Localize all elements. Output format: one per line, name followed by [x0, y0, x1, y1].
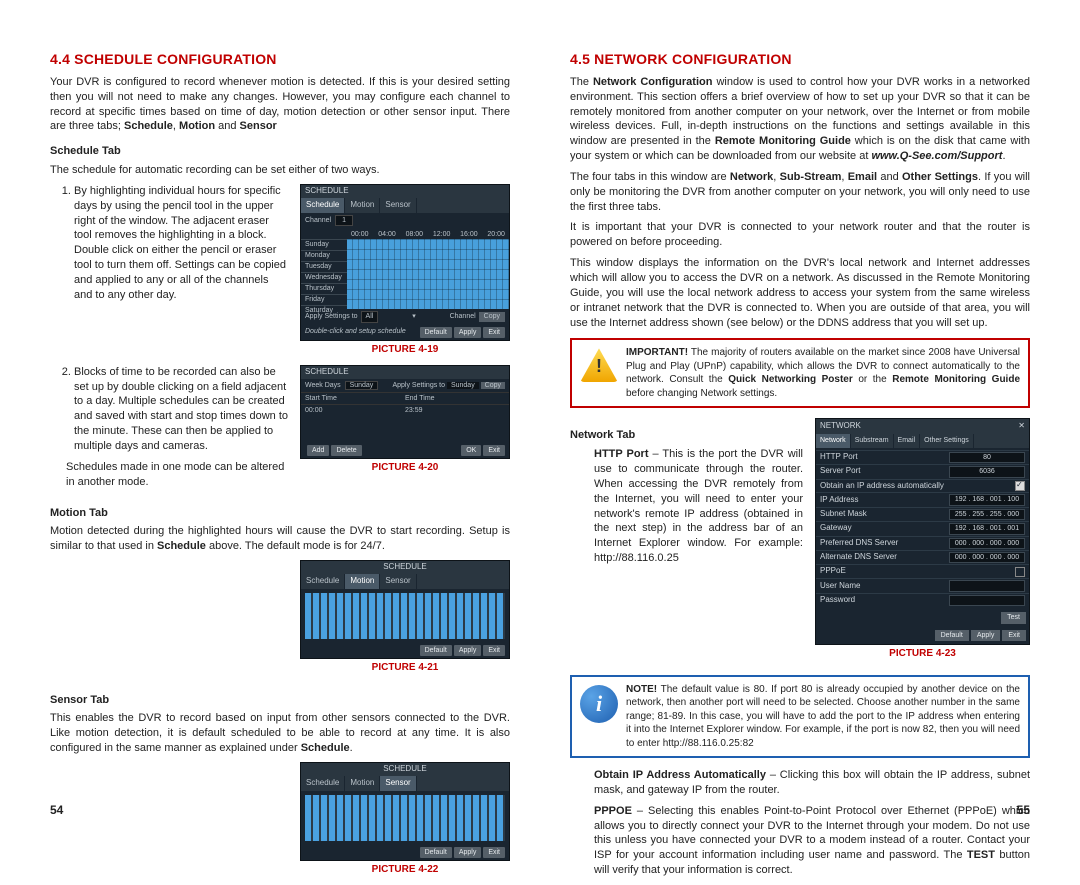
- motion-tab-heading: Motion Tab: [50, 506, 510, 521]
- schedule-item-1: By highlighting individual hours for spe…: [74, 184, 288, 303]
- important-callout: IMPORTANT! The majority of routers avail…: [570, 338, 1030, 408]
- ss19-tab-motion: Motion: [345, 198, 380, 213]
- pppoe-paragraph: PPPOE – Selecting this enables Point-to-…: [570, 804, 1030, 878]
- network-p3: It is important that your DVR is connect…: [570, 220, 1030, 250]
- sensor-paragraph: This enables the DVR to record based on …: [50, 711, 510, 756]
- screenshot-4-23: NETWORK✕ Network Substream Email Other S…: [815, 418, 1030, 645]
- page-number-right: 55: [1017, 802, 1030, 818]
- intro-text: Your DVR is configured to record wheneve…: [50, 76, 510, 133]
- intro-motion: Motion: [179, 120, 215, 132]
- note-callout: i NOTE! The default value is 80. If port…: [570, 675, 1030, 759]
- checkbox-icon: [1015, 481, 1025, 491]
- sensor-tab-heading: Sensor Tab: [50, 693, 510, 708]
- close-icon: ✕: [1018, 421, 1025, 432]
- note-lead: NOTE!: [626, 684, 657, 695]
- intro-schedule: Schedule: [124, 120, 173, 132]
- http-port-paragraph: HTTP Port – This is the port the DVR wil…: [570, 447, 803, 566]
- info-icon: i: [580, 685, 618, 723]
- page-left: 4.4 SCHEDULE CONFIGURATION Your DVR is c…: [0, 0, 540, 834]
- network-p1: The Network Configuration window is used…: [570, 75, 1030, 164]
- network-p2: The four tabs in this window are Network…: [570, 170, 1030, 215]
- obtain-ip-paragraph: Obtain IP Address Automatically – Clicki…: [570, 768, 1030, 798]
- screenshot-4-22: SCHEDULE Schedule Motion Sensor DefaultA…: [300, 762, 510, 861]
- screenshot-4-20: SCHEDULE Week Days Sunday Apply Settings…: [300, 365, 510, 460]
- caption-4-23: PICTURE 4-23: [815, 647, 1030, 661]
- screenshot-4-19: SCHEDULE Schedule Motion Sensor Channel …: [300, 184, 510, 341]
- caption-4-21: PICTURE 4-21: [300, 661, 510, 675]
- ss19-tab-schedule: Schedule: [301, 198, 345, 213]
- section-heading-network: 4.5 NETWORK CONFIGURATION: [570, 50, 1030, 69]
- caption-4-19: PICTURE 4-19: [300, 343, 510, 357]
- caption-4-22: PICTURE 4-22: [300, 863, 510, 877]
- caption-4-20: PICTURE 4-20: [300, 461, 510, 475]
- schedule-tab-heading: Schedule Tab: [50, 144, 510, 159]
- intro-sensor: Sensor: [240, 120, 277, 132]
- network-tab-heading: Network Tab: [570, 428, 803, 443]
- intro-paragraph: Your DVR is configured to record wheneve…: [50, 75, 510, 134]
- motion-paragraph: Motion detected during the highlighted h…: [50, 524, 510, 554]
- page-number-left: 54: [50, 802, 63, 818]
- schedule-intro: The schedule for automatic recording can…: [50, 163, 510, 178]
- warning-icon: [580, 348, 618, 382]
- screenshot-4-21: SCHEDULE Schedule Motion Sensor DefaultA…: [300, 560, 510, 659]
- network-p4: This window displays the information on …: [570, 256, 1030, 330]
- schedule-item-2: Blocks of time to be recorded can also b…: [74, 365, 288, 454]
- ss19-tab-sensor: Sensor: [380, 198, 416, 213]
- schedule-note: Schedules made in one mode can be altere…: [66, 460, 288, 490]
- important-lead: IMPORTANT!: [626, 347, 688, 358]
- section-heading-schedule: 4.4 SCHEDULE CONFIGURATION: [50, 50, 510, 69]
- page-right: 4.5 NETWORK CONFIGURATION The Network Co…: [540, 0, 1080, 834]
- ss19-title: SCHEDULE: [301, 185, 509, 198]
